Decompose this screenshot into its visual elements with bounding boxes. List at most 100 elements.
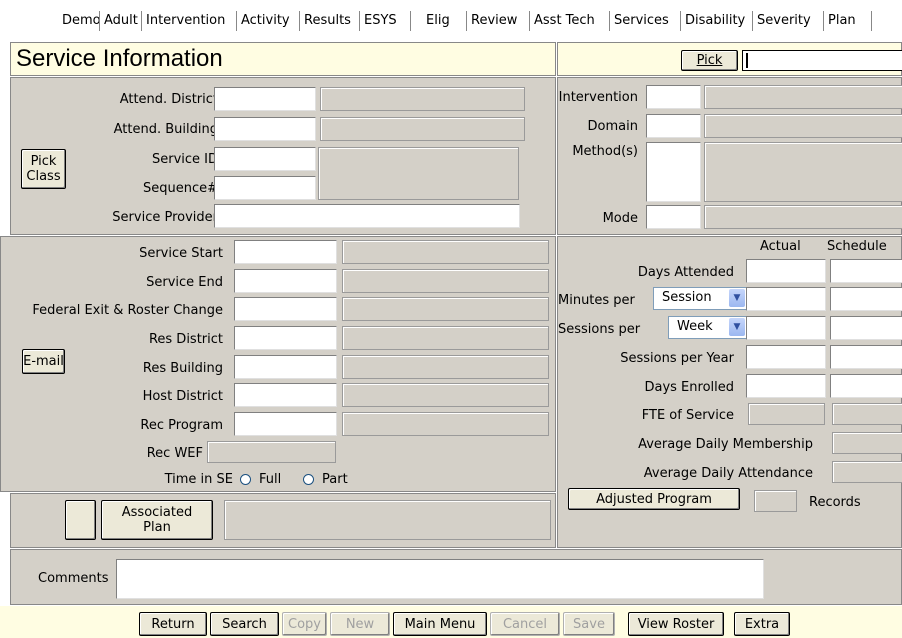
methods-desc <box>704 142 902 202</box>
tab-demo[interactable]: Demo <box>60 8 103 34</box>
tab-results[interactable]: Results <box>302 8 353 34</box>
search-button[interactable]: Search <box>210 612 279 636</box>
pick-class-button[interactable]: Pick Class <box>21 149 66 189</box>
methods-label: Method(s) <box>572 144 638 159</box>
domain-label: Domain <box>587 119 638 134</box>
avg-daily-membership-label: Average Daily Membership <box>638 437 813 452</box>
res-building-input[interactable] <box>234 355 337 379</box>
res-district-desc <box>342 326 549 350</box>
tab-separator <box>529 11 530 31</box>
attend-district-input[interactable] <box>214 87 316 111</box>
minutes-per-actual[interactable] <box>746 287 826 311</box>
cancel-label: Cancel <box>502 616 548 632</box>
tab-separator <box>609 11 610 31</box>
service-start-input[interactable] <box>234 240 337 264</box>
federal-exit-desc <box>342 297 549 321</box>
pick-button-label: Pick <box>696 53 723 68</box>
comments-label: Comments <box>38 571 109 586</box>
days-enrolled-schedule[interactable] <box>830 374 902 398</box>
service-id-input[interactable] <box>214 147 316 171</box>
minutes-per-select[interactable]: Session ▼ <box>653 287 747 310</box>
email-button[interactable]: E-mail <box>22 349 65 374</box>
tab-elig[interactable]: Elig <box>424 8 452 34</box>
save-button[interactable]: Save <box>563 612 615 636</box>
full-radio[interactable] <box>240 474 251 485</box>
mode-desc <box>704 205 902 229</box>
sessions-per-year-actual[interactable] <box>746 345 826 369</box>
comments-input[interactable] <box>116 559 764 599</box>
pick-button[interactable]: Pick <box>681 50 738 71</box>
text-cursor <box>746 53 748 68</box>
service-provider-input[interactable] <box>214 204 520 228</box>
associated-plan-button[interactable]: Associated Plan <box>101 500 213 540</box>
bottom-toolbar: Return Search Copy New Main Menu Cancel … <box>0 606 902 638</box>
avg-daily-membership-field <box>832 432 902 454</box>
rec-program-label: Rec Program <box>140 418 223 433</box>
records-count <box>754 490 797 512</box>
federal-exit-label: Federal Exit & Roster Change <box>32 303 223 318</box>
tab-separator <box>99 11 100 31</box>
service-provider-label: Service Provider <box>112 210 218 225</box>
tab-intervention[interactable]: Intervention <box>144 8 227 34</box>
days-enrolled-label: Days Enrolled <box>644 380 734 395</box>
rec-program-desc <box>342 412 549 436</box>
tab-separator <box>871 11 872 31</box>
tab-activity[interactable]: Activity <box>239 8 292 34</box>
tab-separator <box>680 11 681 31</box>
tab-plan[interactable]: Plan <box>826 8 858 34</box>
part-radio[interactable] <box>303 474 314 485</box>
main-menu-button[interactable]: Main Menu <box>393 612 487 636</box>
methods-input[interactable] <box>646 142 701 202</box>
sessions-per-year-schedule[interactable] <box>830 345 902 369</box>
tab-separator <box>299 11 300 31</box>
full-radio-label: Full <box>259 472 282 487</box>
tab-severity[interactable]: Severity <box>755 8 813 34</box>
tab-separator <box>359 11 360 31</box>
minutes-per-schedule[interactable] <box>830 287 902 311</box>
chevron-down-icon[interactable]: ▼ <box>729 289 745 307</box>
adjusted-program-button[interactable]: Adjusted Program <box>568 488 740 510</box>
new-button[interactable]: New <box>330 612 390 636</box>
mode-input[interactable] <box>646 205 701 229</box>
extra-button[interactable]: Extra <box>734 612 790 636</box>
minutes-per-value: Session <box>662 290 712 305</box>
avg-daily-attendance-label: Average Daily Attendance <box>643 466 813 481</box>
view-roster-button[interactable]: View Roster <box>628 612 724 636</box>
rec-program-input[interactable] <box>234 412 337 436</box>
cancel-button[interactable]: Cancel <box>490 612 560 636</box>
return-button[interactable]: Return <box>139 612 207 636</box>
federal-exit-input[interactable] <box>234 297 337 321</box>
part-radio-label: Part <box>322 472 348 487</box>
days-attended-label: Days Attended <box>637 265 734 280</box>
res-district-input[interactable] <box>234 326 337 350</box>
tab-adult[interactable]: Adult <box>102 8 140 34</box>
rec-wef-label: Rec WEF <box>146 446 203 461</box>
tab-review[interactable]: Review <box>469 8 519 34</box>
sessions-per-select[interactable]: Week ▼ <box>668 316 747 339</box>
copy-button[interactable]: Copy <box>282 612 327 636</box>
actual-header: Actual <box>760 239 801 254</box>
days-attended-schedule[interactable] <box>830 259 902 283</box>
tab-esys[interactable]: ESYS <box>362 8 399 34</box>
pick-input[interactable] <box>742 50 902 71</box>
plan-indicator-button[interactable] <box>65 500 96 540</box>
tab-asst-tech[interactable]: Asst Tech <box>532 8 597 34</box>
attend-district-label: Attend. District <box>119 92 218 107</box>
title-panel: Service Information <box>10 42 556 76</box>
sequence-input[interactable] <box>214 176 316 200</box>
tab-services[interactable]: Services <box>612 8 671 34</box>
sessions-per-schedule[interactable] <box>830 316 902 340</box>
days-attended-actual[interactable] <box>746 259 826 283</box>
tab-disability[interactable]: Disability <box>683 8 747 34</box>
attend-building-input[interactable] <box>214 117 316 141</box>
days-enrolled-actual[interactable] <box>746 374 826 398</box>
chevron-down-icon[interactable]: ▼ <box>729 318 745 336</box>
service-end-input[interactable] <box>234 269 337 293</box>
attend-building-label: Attend. Building <box>113 122 218 137</box>
sessions-per-actual[interactable] <box>746 316 826 340</box>
service-dates-panel: Service Start Service End Federal Exit &… <box>0 236 556 492</box>
host-district-input[interactable] <box>234 383 337 407</box>
intervention-input[interactable] <box>646 85 701 109</box>
host-district-label: Host District <box>142 389 223 404</box>
domain-input[interactable] <box>646 114 701 138</box>
